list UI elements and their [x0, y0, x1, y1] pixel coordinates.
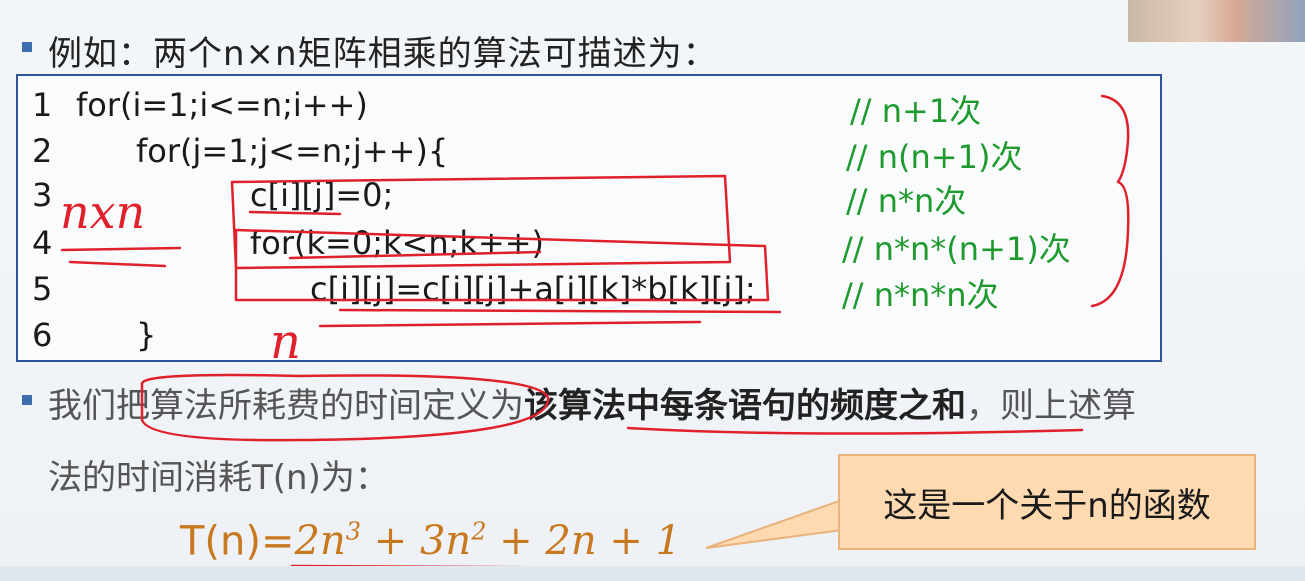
bottom-strip — [0, 566, 1305, 581]
callout-box: 这是一个关于n的函数 — [838, 454, 1256, 550]
